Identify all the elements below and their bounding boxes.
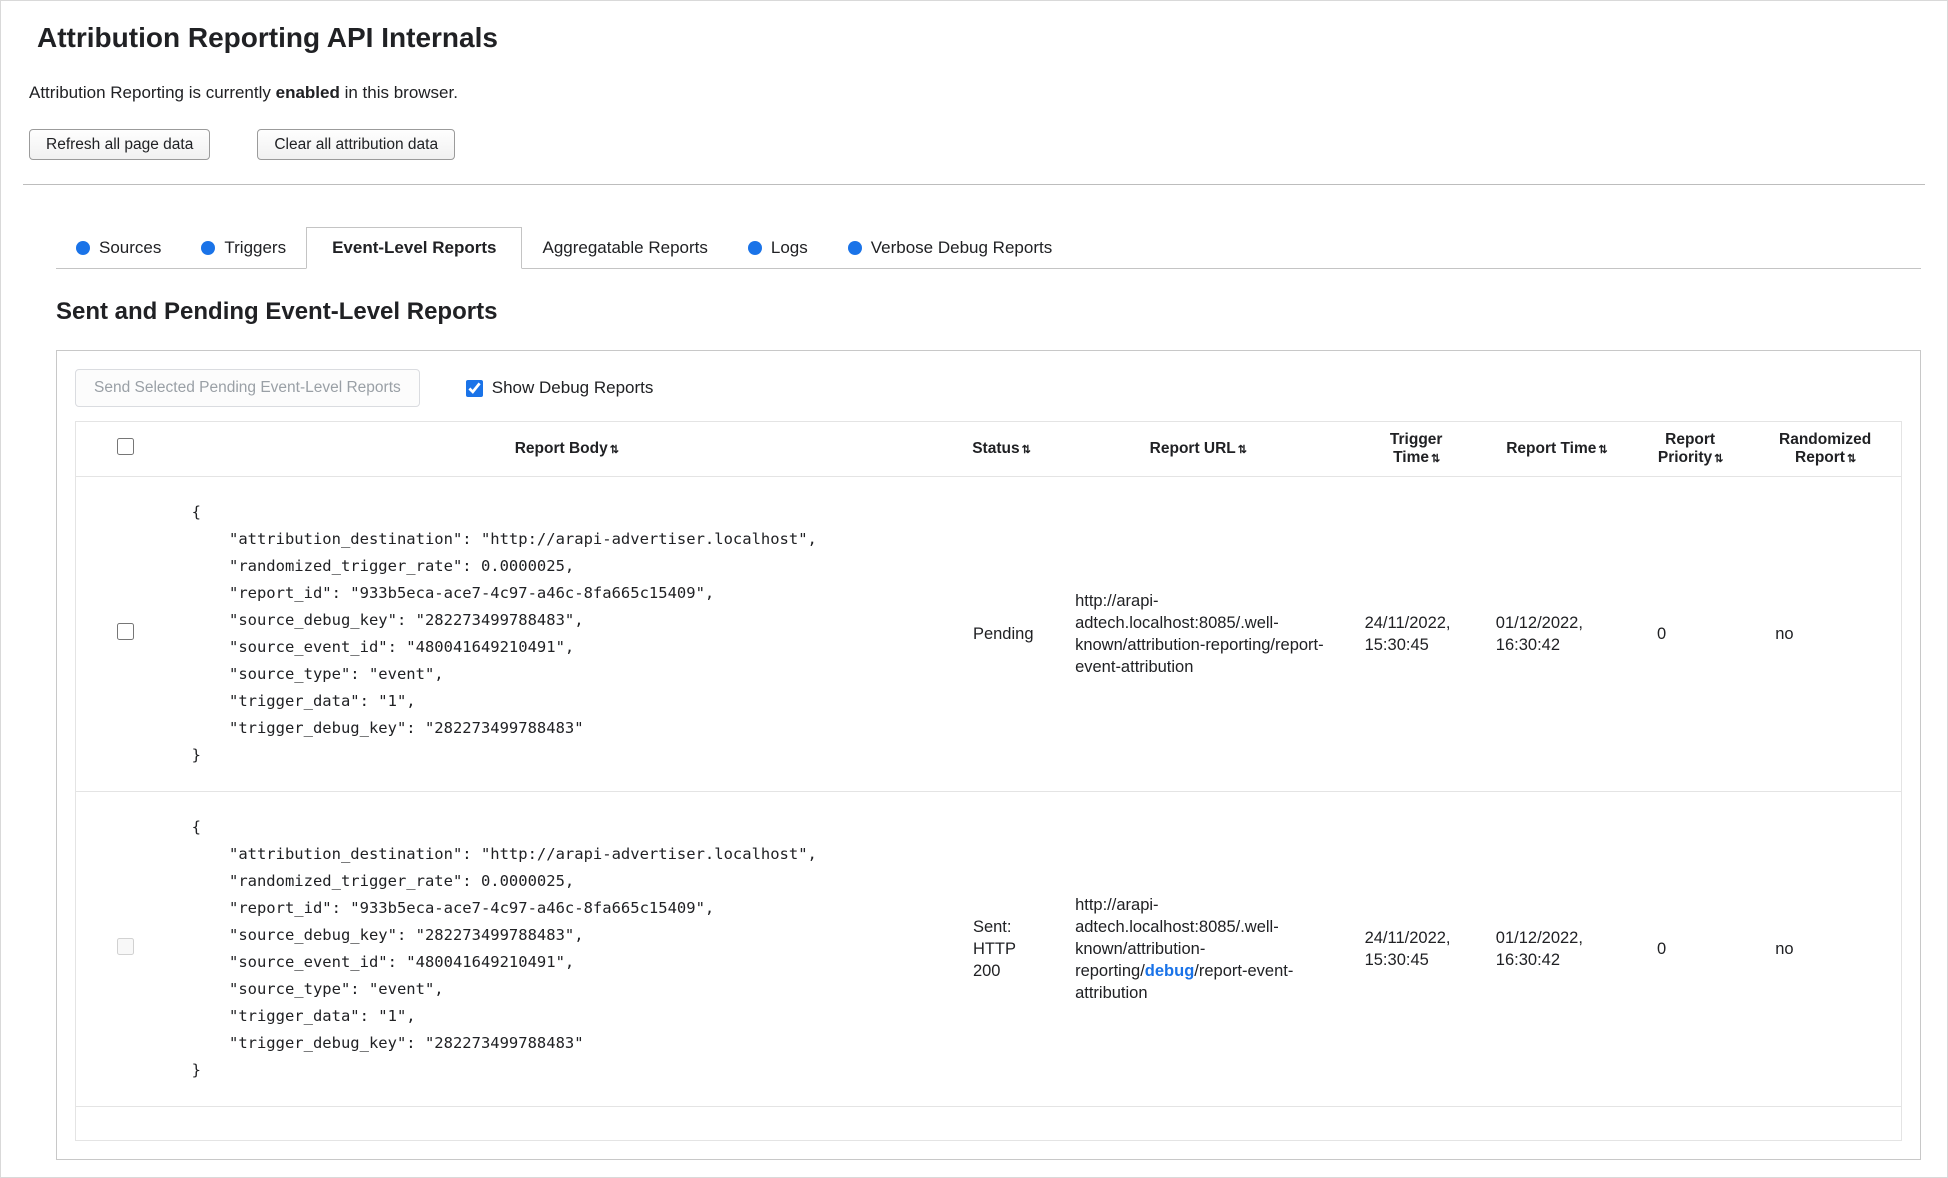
sort-icon: ⇅ — [609, 444, 619, 456]
trigger-time: 24/11/2022, 15:30:45 — [1364, 614, 1451, 654]
tab-triggers[interactable]: Triggers — [181, 227, 306, 268]
show-debug-toggle[interactable]: Show Debug Reports — [465, 378, 654, 398]
tab-aggregatable-reports-label: Aggregatable Reports — [542, 238, 708, 257]
report-priority: 0 — [1657, 624, 1667, 643]
select-all-cell — [75, 421, 176, 477]
logs-status-dot-icon — [747, 241, 762, 255]
select-all-checkbox[interactable] — [117, 438, 135, 455]
tab-logs-label: Logs — [770, 238, 808, 257]
status-prefix: Attribution Reporting is currently — [29, 83, 276, 102]
tab-event-level-reports[interactable]: Event-Level Reports — [306, 227, 523, 269]
status-text: Attribution Reporting is currently enabl… — [29, 83, 1919, 103]
triggers-status-dot-icon — [201, 241, 216, 255]
reports-table: Report Body ⇅ Status ⇅ Report URL ⇅ Trigger… — [75, 421, 1902, 1141]
table-footer — [75, 1106, 1902, 1141]
sort-icon: ⇅ — [1431, 453, 1440, 465]
attribution-internals-page: Attribution Reporting API Internals Attr… — [0, 0, 1948, 1178]
sort-icon: ⇅ — [1846, 453, 1856, 465]
column-header-status[interactable]: Status ⇅ — [956, 421, 1046, 477]
report-body-json: { "attribution_destination": "http://ara… — [191, 503, 817, 764]
status-enabled: enabled — [275, 83, 340, 102]
page-title: Attribution Reporting API Internals — [37, 22, 498, 53]
tab-bar: Sources Triggers Event-Level Reports Agg… — [56, 227, 1921, 269]
report-row-sent: { "attribution_destination": "http://ara… — [75, 791, 1902, 1107]
tab-sources-label: Sources — [99, 238, 162, 257]
report-url: http://arapi-adtech.localhost:8085/.well… — [1045, 791, 1351, 1107]
report-priority: 0 — [1631, 791, 1750, 1107]
randomized-report: no — [1749, 791, 1902, 1107]
row-checkbox-disabled — [117, 938, 135, 955]
table-footer-cell — [75, 1106, 1902, 1141]
tab-logs[interactable]: Logs — [728, 227, 828, 268]
report-url-prefix: http://arapi-adtech.localhost:8085/.well… — [1075, 592, 1279, 654]
page-toolbar: Refresh all page data Clear all attribut… — [29, 129, 1919, 160]
tab-triggers-label: Triggers — [224, 238, 287, 257]
tab-sources[interactable]: Sources — [56, 227, 181, 268]
send-selected-button[interactable]: Send Selected Pending Event-Level Report… — [75, 369, 420, 407]
column-header-report-body[interactable]: Report Body ⇅ — [175, 421, 957, 477]
report-body-json: { "attribution_destination": "http://ara… — [191, 818, 817, 1079]
tab-aggregatable-reports[interactable]: Aggregatable Reports — [522, 227, 727, 268]
panel-toolbar: Send Selected Pending Event-Level Report… — [75, 369, 1902, 407]
debug-path-highlight: debug — [1144, 962, 1195, 980]
verbose-debug-status-dot-icon — [847, 241, 862, 255]
column-header-report-time[interactable]: Report Time ⇅ — [1481, 421, 1632, 477]
report-body-cell: { "attribution_destination": "http://ara… — [176, 477, 957, 792]
row-checkbox[interactable] — [117, 623, 135, 640]
show-debug-label: Show Debug Reports — [491, 378, 654, 397]
reports-panel: Send Selected Pending Event-Level Report… — [56, 350, 1921, 1160]
report-body-cell: { "attribution_destination": "http://ara… — [175, 791, 957, 1107]
sort-icon: ⇅ — [1021, 444, 1031, 456]
column-header-trigger-time[interactable]: Trigger Time ⇅ — [1350, 421, 1482, 477]
section-heading: Sent and Pending Event-Level Reports — [56, 298, 498, 325]
randomized-report: no — [1775, 624, 1794, 643]
status-suffix: in this browser. — [339, 83, 458, 102]
report-status: Sent: HTTP 200 — [956, 791, 1046, 1107]
report-time: 01/12/2022, 16:30:42 — [1481, 791, 1632, 1107]
sort-icon: ⇅ — [1598, 444, 1607, 456]
sort-icon: ⇅ — [1237, 444, 1247, 456]
column-header-report-url[interactable]: Report URL ⇅ — [1045, 421, 1351, 477]
row-checkbox-cell — [75, 791, 176, 1107]
report-row-pending: { "attribution_destination": "http://ara… — [76, 477, 1902, 792]
report-status: Pending — [972, 625, 1034, 643]
tab-verbose-debug-reports-label: Verbose Debug Reports — [870, 238, 1053, 257]
row-checkbox-cell — [76, 477, 176, 792]
refresh-all-button[interactable]: Refresh all page data — [29, 129, 211, 160]
divider — [23, 184, 1925, 185]
trigger-time: 24/11/2022, 15:30:45 — [1350, 791, 1482, 1107]
column-header-report-priority[interactable]: Report Priority ⇅ — [1631, 421, 1750, 477]
table-header-row: Report Body ⇅ Status ⇅ Report URL ⇅ Trigger… — [75, 421, 1902, 477]
column-header-randomized-report[interactable]: Randomized Report ⇅ — [1749, 421, 1902, 477]
tab-verbose-debug-reports[interactable]: Verbose Debug Reports — [828, 227, 1072, 268]
show-debug-checkbox[interactable] — [465, 379, 483, 397]
clear-all-button[interactable]: Clear all attribution data — [257, 129, 456, 160]
sources-status-dot-icon — [76, 241, 90, 255]
sort-icon: ⇅ — [1714, 453, 1723, 465]
report-time: 01/12/2022, 16:30:42 — [1495, 614, 1583, 654]
report-url: http://arapi-adtech.localhost:8085/.well… — [1045, 477, 1351, 792]
tab-event-level-reports-label: Event-Level Reports — [332, 238, 497, 257]
